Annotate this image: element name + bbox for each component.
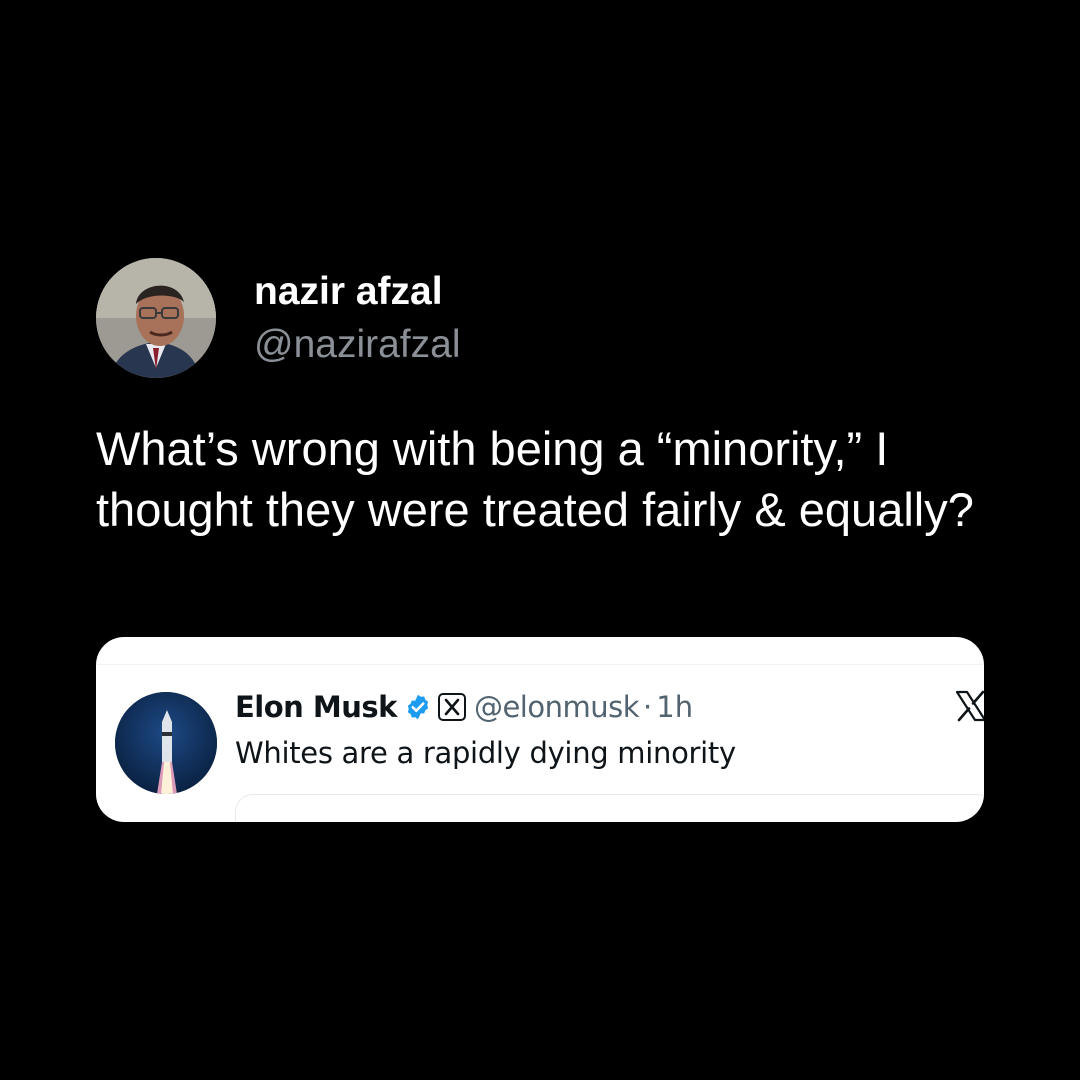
divider (96, 664, 984, 665)
post: nazir afzal @nazirafzal What’s wrong wit… (0, 0, 1080, 1080)
x-badge-icon (437, 693, 466, 721)
x-logo-icon (954, 689, 984, 723)
quoted-author-handle[interactable]: @elonmusk (474, 690, 640, 724)
quoted-media-preview[interactable] (235, 794, 984, 822)
author-name[interactable]: nazir afzal (254, 270, 443, 314)
quoted-post-header: Elon Musk @elonmusk · 1h (235, 689, 693, 725)
quoted-post-time[interactable]: 1h (656, 690, 693, 724)
author-avatar[interactable] (96, 258, 216, 378)
quoted-author-avatar[interactable] (115, 692, 217, 794)
quoted-author-name[interactable]: Elon Musk (235, 690, 397, 724)
verified-badge-icon (404, 693, 432, 721)
author-avatar-image (96, 258, 216, 378)
quoted-post-card[interactable]: Elon Musk @elonmusk · 1h Whites are a ra… (96, 637, 984, 822)
quoted-post-text: Whites are a rapidly dying minority (235, 736, 736, 770)
separator-dot: · (643, 690, 653, 724)
quoted-author-avatar-image (115, 692, 217, 794)
author-handle[interactable]: @nazirafzal (254, 323, 461, 367)
post-text: What’s wrong with being a “minority,” I … (96, 422, 974, 536)
